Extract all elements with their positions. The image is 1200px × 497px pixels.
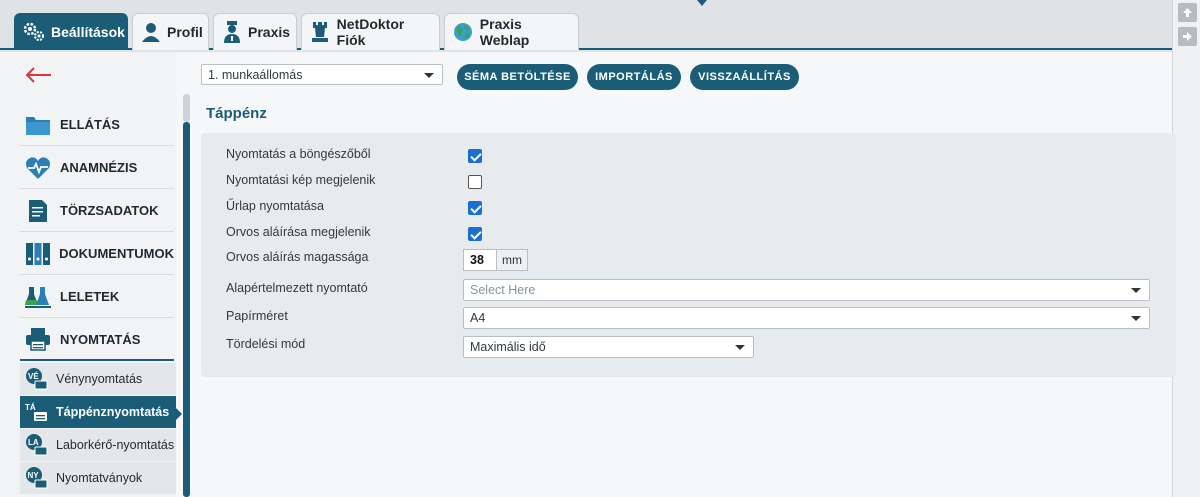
doctor-signature-checkbox[interactable] — [468, 227, 482, 241]
restore-button[interactable]: VISSZAÁLLÍTÁS — [690, 64, 799, 90]
setting-label: Orvos aláírás magassága — [226, 250, 369, 264]
pagination-mode-value: Maximális idő — [470, 340, 546, 354]
folder-icon — [24, 111, 52, 139]
sidebar-scroll-track[interactable] — [183, 94, 190, 122]
workstation-select-value: 1. munkaállomás — [208, 67, 303, 82]
workstation-select[interactable]: 1. munkaállomás — [201, 64, 443, 85]
sidebar-item-dokumentumok[interactable]: DOKUMENTUMOK — [20, 233, 174, 275]
form-print-checkbox[interactable] — [468, 201, 482, 215]
tab-label: Praxis Weblap — [479, 16, 530, 48]
sidebar-subitem-label: Táppénznyomtatás — [56, 405, 170, 419]
sick-leave-print-icon: TÁ — [24, 400, 48, 424]
back-button[interactable] — [24, 66, 52, 89]
tab-netdoktor-account[interactable]: NetDoktor Fiók — [301, 13, 440, 50]
sidebar: ELLÁTÁS ANAMNÉZIS TÖRZSADATOK DOKUMENTUM… — [0, 52, 176, 497]
user-icon — [141, 21, 161, 43]
sidebar-item-label: DOKUMENTUMOK — [59, 246, 174, 261]
active-subitem-caret-icon — [176, 408, 182, 420]
print-preview-checkbox[interactable] — [468, 175, 482, 189]
chevron-down-icon — [1131, 316, 1141, 321]
setting-label: Alapértelmezett nyomtató — [226, 281, 368, 295]
heartbeat-icon — [24, 154, 52, 182]
sidebar-subitem-label: Vénynyomtatás — [56, 372, 143, 386]
sidebar-item-label: NYOMTATÁS — [60, 331, 141, 347]
sidebar-item-nyomtatas[interactable]: NYOMTATÁS — [20, 319, 174, 361]
print-from-browser-checkbox[interactable] — [468, 149, 482, 163]
scroll-up-button[interactable] — [1178, 3, 1197, 22]
tab-label: Profil — [167, 24, 203, 40]
import-button[interactable]: IMPORTÁLÁS — [587, 64, 681, 90]
tab-praxis-website[interactable]: Praxis Weblap — [444, 13, 579, 50]
page-nav-panel — [1172, 0, 1200, 497]
signature-height-input[interactable]: 38 — [463, 249, 497, 271]
svg-text:TÁ: TÁ — [25, 403, 36, 412]
prescription-print-icon: VÉ — [24, 367, 48, 391]
tab-label: Praxis — [248, 24, 291, 40]
svg-text:VÉ: VÉ — [28, 372, 39, 381]
flasks-icon — [24, 283, 52, 311]
setting-label: Papírméret — [226, 309, 288, 323]
setting-label: Űrlap nyomtatása — [226, 199, 324, 213]
scroll-right-button[interactable] — [1178, 27, 1197, 46]
lab-request-print-icon: LA — [24, 433, 48, 457]
setting-label: Nyomtatási kép megjelenik — [226, 173, 376, 187]
arrow-left-icon — [25, 67, 51, 83]
paper-size-select[interactable]: A4 — [463, 307, 1150, 329]
arrow-right-icon — [1183, 32, 1192, 41]
setting-label: Nyomtatás a böngészőből — [226, 147, 371, 161]
unit-label: mm — [497, 249, 528, 271]
default-printer-placeholder: Select Here — [470, 283, 536, 297]
sidebar-item-label: LELETEK — [60, 289, 120, 304]
sidebar-item-ellatas[interactable]: ELLÁTÁS — [20, 104, 174, 146]
sidebar-subitem-venynyomtatas[interactable]: VÉ Vénynyomtatás — [20, 363, 176, 396]
tab-praxis[interactable]: Praxis — [213, 13, 297, 50]
sidebar-subitem-nyomtatvanyok[interactable]: NY Nyomtatványok — [20, 462, 176, 495]
sidebar-item-label: ELLÁTÁS — [60, 117, 120, 132]
pagination-mode-select[interactable]: Maximális idő — [463, 336, 754, 358]
load-schema-button[interactable]: SÉMA BETÖLTÉSE — [457, 64, 578, 90]
sidebar-subitem-laborkero[interactable]: LA Laborkérő-nyomtatás — [20, 429, 176, 462]
doctor-icon — [222, 21, 242, 43]
chevron-down-icon — [735, 345, 745, 350]
sidebar-subitem-tappenznyomtatas[interactable]: TÁ Táppénznyomtatás — [20, 396, 176, 429]
paper-size-value: A4 — [470, 311, 486, 325]
sidebar-item-label: TÖRZSADATOK — [60, 203, 159, 218]
chess-rook-icon — [310, 21, 331, 43]
collapse-caret-icon[interactable] — [697, 0, 707, 6]
setting-label: Orvos aláírása megjelenik — [226, 225, 371, 239]
main-area: ELLÁTÁS ANAMNÉZIS TÖRZSADATOK DOKUMENTUM… — [0, 52, 1176, 497]
gears-icon — [23, 21, 45, 43]
arrow-up-icon — [1183, 8, 1192, 17]
svg-text:LA: LA — [28, 438, 39, 447]
tab-settings[interactable]: Beállítások — [14, 13, 128, 50]
tab-label: NetDoktor Fiók — [336, 16, 405, 48]
printer-icon — [24, 325, 52, 353]
forms-print-icon: NY — [24, 466, 48, 490]
document-icon — [24, 197, 52, 225]
sidebar-item-torzsadatok[interactable]: TÖRZSADATOK — [20, 190, 174, 232]
svg-text:NY: NY — [28, 471, 40, 480]
sidebar-subitem-label: Laborkérő-nyomtatás — [56, 438, 175, 452]
sidebar-subitem-label: Nyomtatványok — [56, 471, 143, 485]
sidebar-item-label: ANAMNÉZIS — [60, 160, 138, 175]
sidebar-item-anamnezis[interactable]: ANAMNÉZIS — [20, 147, 174, 189]
globe-icon — [453, 21, 474, 43]
sidebar-item-leletek[interactable]: LELETEK — [20, 276, 174, 318]
tab-profile[interactable]: Profil — [132, 13, 209, 50]
chevron-down-icon — [424, 72, 434, 78]
chevron-down-icon — [1131, 288, 1141, 293]
default-printer-select[interactable]: Select Here — [463, 279, 1150, 301]
binders-icon — [24, 240, 51, 268]
setting-label: Tördelési mód — [226, 337, 306, 351]
tab-label: Beállítások — [51, 24, 125, 40]
top-tab-bar: Beállítások Profil Praxis NetDoktor Fiók… — [0, 0, 1172, 50]
section-title: Táppénz — [206, 105, 267, 122]
sidebar-scrollbar[interactable] — [183, 122, 190, 497]
